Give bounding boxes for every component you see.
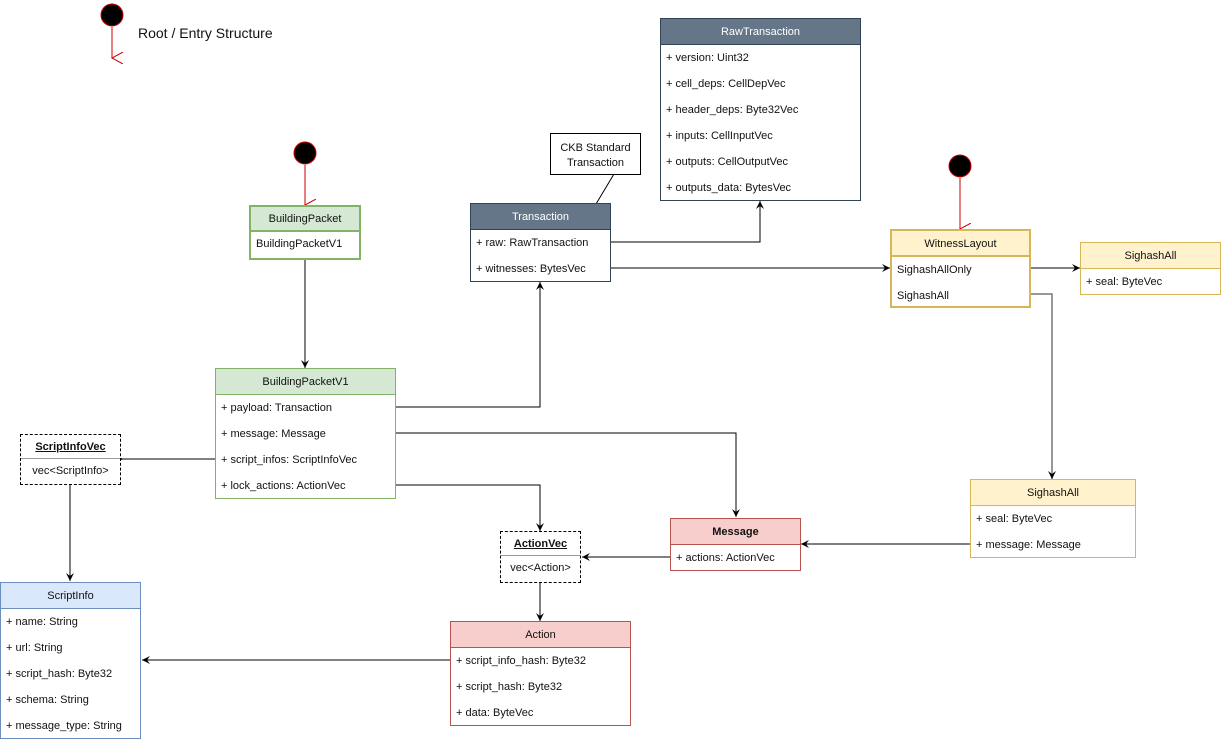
field: + version: Uint32 (666, 52, 749, 64)
edge-message-message (395, 432, 740, 517)
field: + message: Message (976, 539, 1081, 551)
field: + inputs: CellInputVec (666, 130, 773, 142)
field: + schema: String (6, 694, 89, 706)
edge-payload-transaction (395, 282, 544, 408)
field: vec<ScriptInfo> (32, 465, 109, 477)
root-dot-witness-layout-icon (948, 154, 972, 178)
field: + message: Message (221, 428, 326, 440)
witnesslayout-box[interactable]: WitnessLayout SighashAllOnly SighashAll (890, 229, 1031, 308)
buildingpacketv1-box[interactable]: BuildingPacketV1 + payload: Transaction … (215, 368, 396, 499)
note-pointer (595, 173, 615, 205)
field: + header_deps: Byte32Vec (666, 104, 799, 116)
scriptinfo-box[interactable]: ScriptInfo + name: String + url: String … (0, 582, 141, 739)
field: + script_hash: Byte32 (456, 681, 563, 693)
note-line-2: Transaction (566, 157, 625, 169)
legend-label: Root / Entry Structure (138, 25, 273, 41)
edge-lockactions-actionvec (395, 484, 544, 531)
edge-raw-rawtransaction (610, 201, 764, 243)
edge-sighashall (1030, 293, 1056, 479)
note-line-1: CKB Standard (560, 142, 631, 154)
field: + lock_actions: ActionVec (221, 480, 346, 492)
scriptinfovec-box[interactable]: ScriptInfoVec vec<ScriptInfo> (20, 434, 121, 485)
actionvec-box[interactable]: ActionVec vec<Action> (500, 531, 581, 583)
buildingpacket-title: BuildingPacket (251, 207, 359, 232)
field: + actions: ActionVec (676, 552, 775, 564)
field: BuildingPacketV1 (256, 238, 343, 250)
buildingpacket-box[interactable]: BuildingPacket BuildingPacketV1 (249, 205, 361, 260)
field: vec<Action> (510, 562, 571, 574)
action-box[interactable]: Action + script_info_hash: Byte32 + scri… (450, 621, 631, 726)
field: SighashAllOnly (897, 264, 972, 276)
field: + seal: ByteVec (976, 513, 1053, 525)
field: + witnesses: BytesVec (476, 263, 586, 275)
sighashall-title: SighashAll (971, 480, 1135, 506)
sighashall-only-box[interactable]: SighashAll + seal: ByteVec (1080, 242, 1221, 295)
field: + payload: Transaction (221, 402, 332, 414)
sighashall-only-title: SighashAll (1081, 243, 1220, 269)
field: + name: String (6, 616, 78, 628)
field: + script_hash: Byte32 (6, 668, 113, 680)
field: + script_infos: ScriptInfoVec (221, 454, 358, 466)
field: + outputs_data: BytesVec (666, 182, 792, 194)
field: + data: ByteVec (456, 707, 534, 719)
message-title: Message (671, 519, 800, 545)
field: + raw: RawTransaction (476, 237, 589, 249)
field: + script_info_hash: Byte32 (456, 655, 586, 667)
message-box[interactable]: Message + actions: ActionVec (670, 518, 801, 571)
field: + outputs: CellOutputVec (666, 156, 788, 168)
witnesslayout-title: WitnessLayout (892, 231, 1029, 257)
legend-initial-dot-icon (100, 3, 124, 27)
action-title: Action (451, 622, 630, 648)
field: + cell_deps: CellDepVec (666, 78, 786, 90)
field: + url: String (6, 642, 63, 654)
field: + seal: ByteVec (1086, 276, 1163, 288)
transaction-box[interactable]: Transaction + raw: RawTransaction + witn… (470, 203, 611, 282)
rawtransaction-box[interactable]: RawTransaction + version: Uint32 + cell_… (660, 18, 861, 201)
sighashall-box[interactable]: SighashAll + seal: ByteVec + message: Me… (970, 479, 1136, 558)
root-dot-building-packet-icon (293, 141, 317, 165)
field: SighashAll (897, 290, 949, 302)
actionvec-title: ActionVec (501, 532, 580, 556)
ckb-standard-transaction-note: CKB Standard Transaction (550, 133, 641, 175)
scriptinfo-title: ScriptInfo (1, 583, 140, 609)
transaction-title: Transaction (471, 204, 610, 230)
buildingpacketv1-title: BuildingPacketV1 (216, 369, 395, 395)
rawtransaction-title: RawTransaction (661, 19, 860, 45)
field: + message_type: String (6, 720, 122, 732)
scriptinfovec-title: ScriptInfoVec (21, 435, 120, 459)
